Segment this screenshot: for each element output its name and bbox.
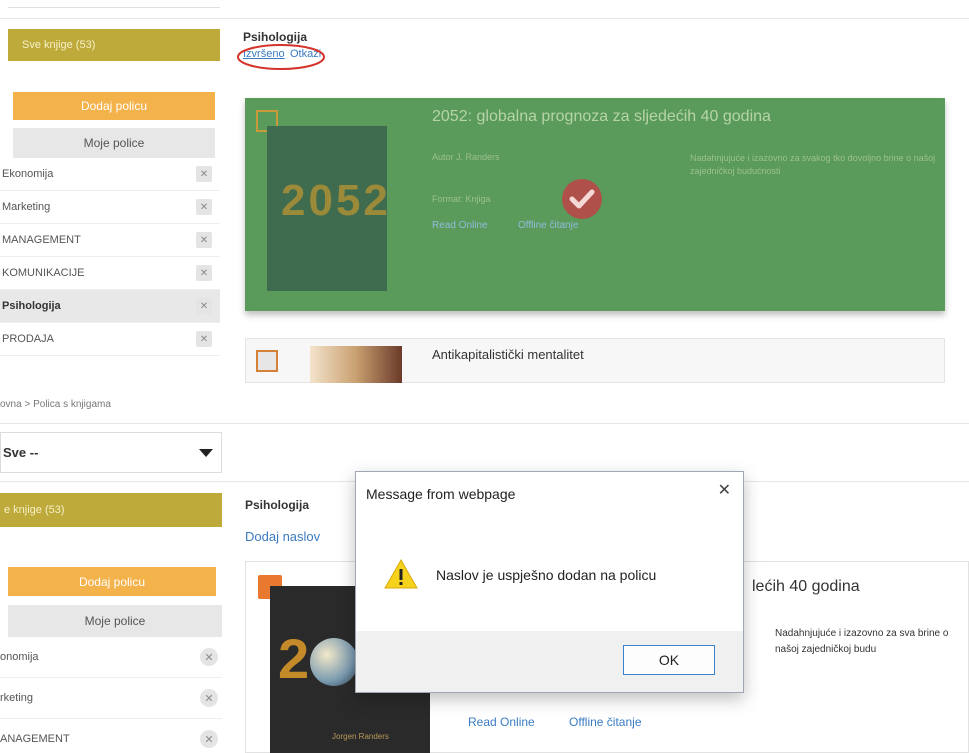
all-books-label: e knjige (53) [4,504,65,516]
add-shelf-button[interactable]: Dodaj policu [13,92,215,120]
add-title-link[interactable]: Dodaj naslov [245,529,320,544]
book-description: Nadahnjujuće i izazovno za sva brine o n… [775,628,949,655]
shelf-item-label: Psihologija [2,300,61,312]
ok-button[interactable]: OK [623,645,715,675]
book-title-fragment[interactable]: lećih 40 godina [752,578,860,596]
remove-shelf-icon[interactable]: ✕ [196,298,212,314]
shelf-item-label: rketing [0,692,34,704]
add-shelf-label: Dodaj policu [80,99,148,113]
remove-shelf-icon[interactable]: ✕ [196,331,212,347]
book-title[interactable]: 2052: globalna prognoza za sljedećih 40 … [432,108,771,126]
book-cover-2052[interactable]: 2052 [267,126,388,291]
offline-reading-link[interactable]: Offline čitanje [569,715,642,729]
shelf-item-ekonomija[interactable]: Ekonomija ✕ [0,158,220,191]
shelf-item-marketing[interactable]: Marketing ✕ [0,191,220,224]
book-author: Autor J. Randers [432,152,500,162]
book-description: Nadahnjujuće i izazovno za svakog tko do… [690,153,936,176]
add-shelf-button[interactable]: Dodaj policu [8,567,216,596]
shelf-item-ekonomija[interactable]: onomija ✕ [0,637,222,678]
remove-shelf-icon[interactable]: ✕ [200,648,218,666]
shelf-item-label: ANAGEMENT [0,733,70,745]
add-to-shelf-icon[interactable] [256,350,278,372]
shelf-item-psihologija-active[interactable]: Psihologija ✕ [0,290,220,323]
shelf-item-label: PRODAJA [2,333,54,345]
remove-shelf-icon[interactable]: ✕ [196,265,212,281]
shelf-filter-select[interactable]: Sve -- [0,432,222,473]
my-shelves-label: Moje police [83,136,145,150]
add-shelf-label: Dodaj policu [78,574,146,589]
top-screenshot-panel: Sve knjige (53) Dodaj policu Moje police… [0,0,969,383]
globe-icon [310,638,358,686]
my-shelves-label: Moje police [84,614,146,628]
all-books-label: Sve knjige (53) [22,39,96,51]
top-divider [0,18,969,19]
shelf-item-management[interactable]: MANAGEMENT ✕ [0,224,220,257]
shelf-item-management[interactable]: ANAGEMENT ✕ [0,719,222,753]
checkmark-icon [562,179,602,219]
section-title: Psihologija [245,498,310,512]
remove-shelf-icon[interactable]: ✕ [200,689,218,707]
shelf-item-label: Marketing [2,201,51,213]
chevron-down-icon [199,448,213,457]
read-online-link[interactable]: Read Online [468,715,535,729]
select-value: Sve -- [3,445,39,460]
bottom-screenshot-panel: ovna > Polica s knjigama Sve -- e knjige… [0,383,969,753]
breadcrumb[interactable]: ovna > Polica s knjigama [0,399,111,410]
remove-shelf-icon[interactable]: ✕ [196,199,212,215]
bottom-divider [0,423,969,424]
cover-author: Jorgen Randers [332,732,389,741]
cover-text: 2 [278,627,310,690]
my-shelves-header: Moje police [13,128,215,158]
shelf-item-komunikacije[interactable]: KOMUNIKACIJE ✕ [0,257,220,290]
dialog-title: Message from webpage [366,486,516,502]
all-books-button[interactable]: e knjige (53) [0,493,222,527]
remove-shelf-icon[interactable]: ✕ [200,730,218,748]
offline-reading-link[interactable]: Offline čitanje [518,220,578,231]
shelf-item-marketing[interactable]: rketing ✕ [0,678,222,719]
all-books-button[interactable]: Sve knjige (53) [8,29,220,61]
warning-icon [384,558,418,589]
shelf-list: onomija ✕ rketing ✕ ANAGEMENT ✕ [0,637,222,753]
read-online-link[interactable]: Read Online [432,220,488,231]
shelf-item-label: onomija [0,651,39,663]
close-icon[interactable]: ✕ [718,480,731,500]
dialog-footer: OK [356,631,743,692]
top-sidebar-edge [8,0,220,8]
remove-shelf-icon[interactable]: ✕ [196,232,212,248]
shelf-item-label: KOMUNIKACIJE [2,267,85,279]
shelf-item-label: Ekonomija [2,168,54,180]
book-cover-2[interactable] [310,346,402,383]
message-dialog: Message from webpage ✕ Naslov je uspješn… [355,471,744,693]
book-title-2[interactable]: Antikapitalistički mentalitet [432,347,584,362]
shelf-item-prodaja[interactable]: PRODAJA ✕ [0,323,220,356]
cover-text: 2052 [281,176,391,225]
book-format: Format: Knjiga [432,194,491,204]
remove-shelf-icon[interactable]: ✕ [196,166,212,182]
highlight-circle [237,44,325,70]
shelf-list: Ekonomija ✕ Marketing ✕ MANAGEMENT ✕ KOM… [0,158,220,356]
my-shelves-header: Moje police [8,605,222,637]
dialog-message: Naslov je uspješno dodan na policu [436,567,657,583]
shelf-item-label: MANAGEMENT [2,234,81,246]
